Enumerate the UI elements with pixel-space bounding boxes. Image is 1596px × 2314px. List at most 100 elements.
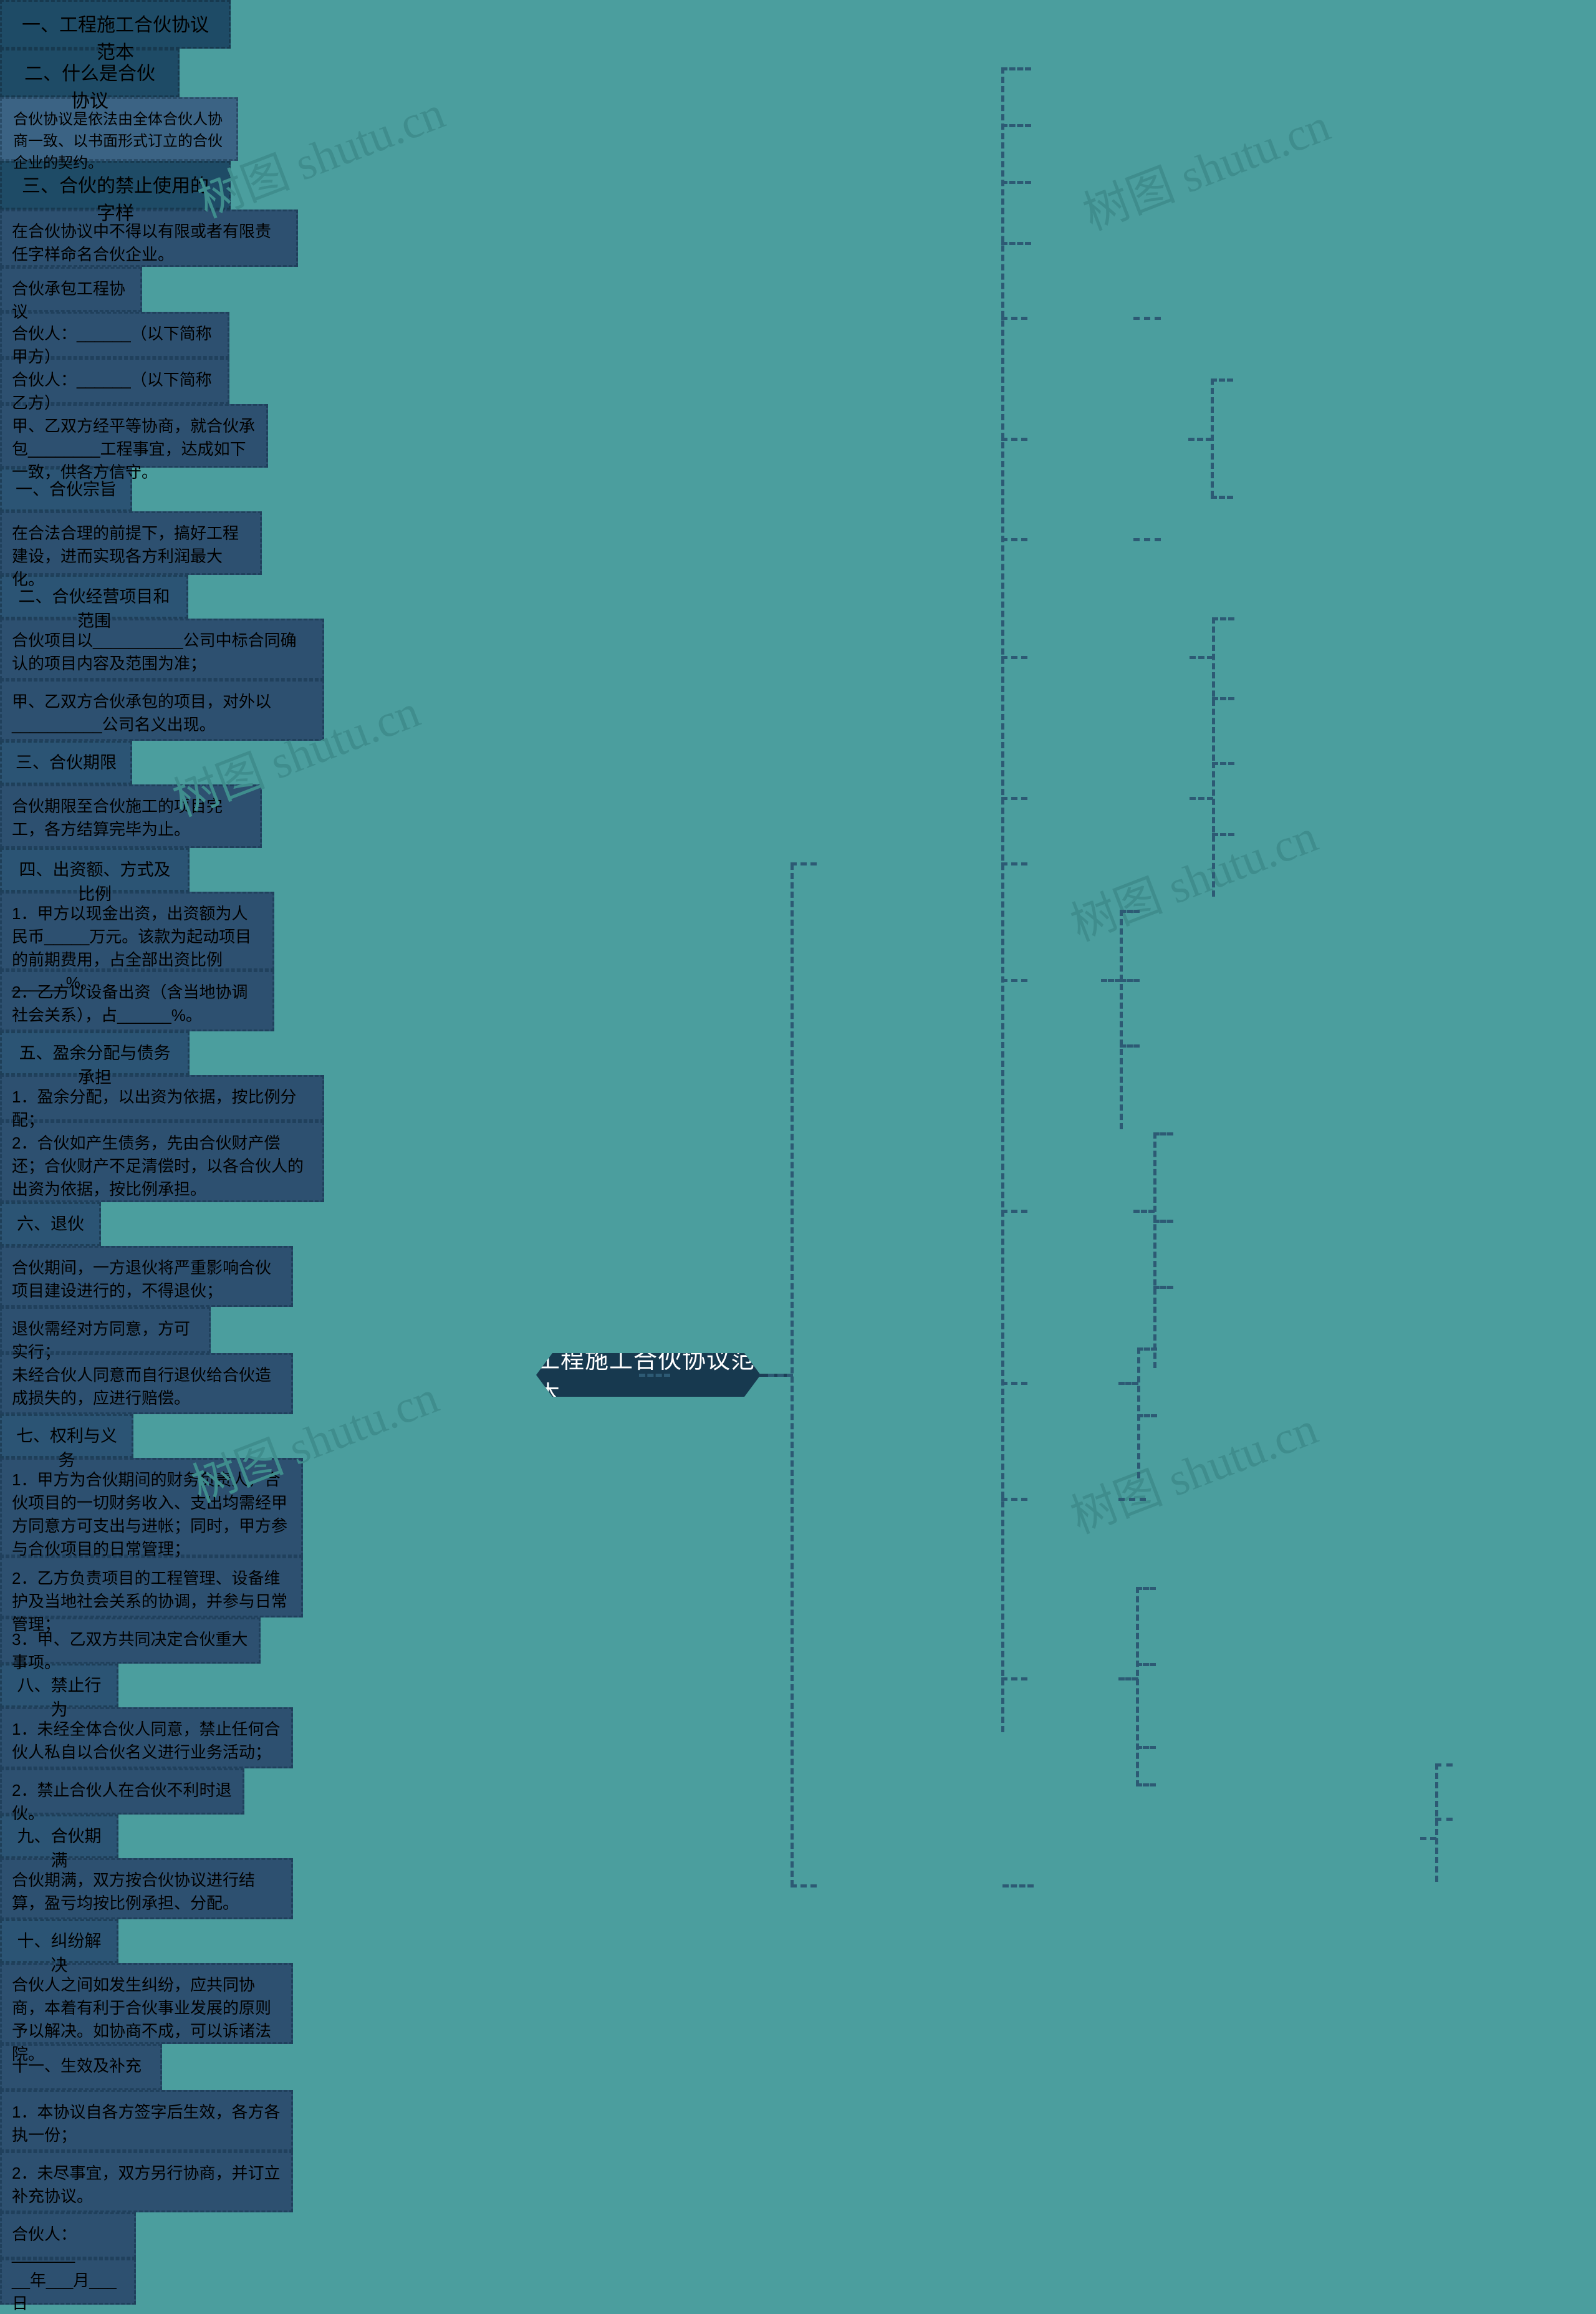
connector-branch1 <box>791 862 817 865</box>
section-9-item-3[interactable]: 2．未尽事宜，双方另行协商，并订立补充协议。 <box>0 2151 293 2212</box>
connector-branch3 <box>791 1884 817 1887</box>
connector-sec-7-spine-b <box>1137 1347 1140 1478</box>
party-a-node[interactable]: 合伙人：______（以下简称甲方） <box>0 312 229 366</box>
forbidden-node[interactable]: 在合伙协议中不得以有限或者有限责任字样命名合伙企业。 <box>0 210 298 267</box>
connector-sec-8-item-0 <box>1118 1498 1146 1501</box>
connector-sec-7 <box>1001 1382 1027 1385</box>
section-7-item-0[interactable]: 1．未经全体合伙人同意，禁止任何合伙人私自以合伙名义进行业务活动； <box>0 1707 293 1768</box>
connector-sec-4-spine <box>1212 762 1215 897</box>
section-4-item-1[interactable]: 2．合伙如产生债务，先由合伙财产偿还；合伙财产不足清偿时，以各合伙人的出资为依据… <box>0 1121 324 1202</box>
connector-sec-6-spine <box>1153 1132 1156 1368</box>
signature-date-text: __年___月___日 <box>12 2271 117 2313</box>
forbidden-text: 在合伙协议中不得以有限或者有限责任字样命名合伙企业。 <box>12 222 272 264</box>
section-2-item-0-text: 合伙期限至合伙施工的项目完工，各方结算完毕为止。 <box>12 797 223 839</box>
connector-sec-7-item-0 <box>1137 1347 1157 1351</box>
section-5-item-2-text: 未经合伙人同意而自行退伙给合伙造成损失的，应进行赔偿。 <box>12 1366 272 1407</box>
connector-sec-9-item-1 <box>1136 1663 1156 1666</box>
connector-sec-9-spine <box>1136 1587 1139 1786</box>
branch-2[interactable]: 二、什么是合伙协议 <box>0 49 180 112</box>
section-label-6[interactable]: 七、权利与义务 <box>0 1414 133 1470</box>
section-5-item-2[interactable]: 未经合伙人同意而自行退伙给合伙造成损失的，应进行赔偿。 <box>0 1353 293 1414</box>
section-label-3[interactable]: 四、出资额、方式及比例 <box>0 848 190 904</box>
connector-sec-0-item-0 <box>1133 317 1161 320</box>
section-label-2[interactable]: 三、合伙期限 <box>0 741 132 784</box>
section-6-item-0[interactable]: 1．甲方为合伙期间的财务负责人，合伙项目的一切财务收入、支出均需经甲方同意方可支… <box>0 1458 303 1558</box>
branch-1[interactable]: 一、工程施工合伙协议范本 <box>0 0 231 63</box>
connector-sec-3-item-1 <box>1212 697 1234 700</box>
section-7-item-0-text: 1．未经全体合伙人同意，禁止任何合伙人私自以合伙名义进行业务活动； <box>12 1720 281 1762</box>
section-6-item-1[interactable]: 2．乙方负责项目的工程管理、设备维护及当地社会关系的协调，并参与日常管理； <box>0 1556 303 1634</box>
intro-node[interactable]: 甲、乙双方经平等协商，就合伙承包________工程事宜，达成如下一致，供各方信… <box>0 404 268 481</box>
connector-sec-5-stub <box>1101 979 1121 982</box>
section-9-item-2-text: 1．本协议自各方签字后生效，各方各执一份； <box>12 2103 281 2144</box>
connector-sec-5 <box>1001 979 1027 982</box>
section-7-item-1[interactable]: 2．禁止合伙人在合伙不利时退伙。 <box>0 1768 244 1823</box>
connector-sec-9 <box>1001 1677 1027 1680</box>
section-label-4[interactable]: 五、盈余分配与债务承担 <box>0 1031 190 1087</box>
connector-sec-4-stub <box>1190 797 1213 800</box>
section-1-item-1[interactable]: 甲、乙双方合伙承包的项目，对外以__________公司名义出现。 <box>0 680 324 741</box>
section-9-item-3-text: 2．未尽事宜，双方另行协商，并订立补充协议。 <box>12 2164 281 2206</box>
connector-sec-8 <box>1001 1498 1027 1501</box>
watermark: 树图 shutu.cn <box>1064 1402 1325 1544</box>
connector-intro <box>1001 242 1031 245</box>
connector-sec-4-item-1 <box>1212 833 1234 836</box>
connector-definition <box>639 1374 670 1377</box>
connector-sec-4-item-0 <box>1212 762 1234 765</box>
section-0-item-0[interactable]: 在合法合理的前提下，搞好工程建设，进而实现各方利润最大化。 <box>0 511 262 589</box>
watermark: 树图 shutu.cn <box>1064 810 1325 952</box>
connector-sec-6-stub <box>1133 1210 1155 1213</box>
connector-signature-spine <box>1435 1763 1438 1882</box>
section-9-item-2[interactable]: 1．本协议自各方签字后生效，各方各执一份； <box>0 2090 293 2151</box>
connector-sec-3-stub <box>1190 656 1213 659</box>
section-5-item-0-text: 合伙期间，一方退伙将严重影响合伙项目建设进行的，不得退伙； <box>12 1258 272 1300</box>
section-5-item-0[interactable]: 合伙期间，一方退伙将严重影响合伙项目建设进行的，不得退伙； <box>0 1246 293 1307</box>
connector-sec-9-item-3 <box>1136 1783 1156 1786</box>
section-label-5[interactable]: 六、退伙 <box>0 1202 101 1246</box>
connector-signature-date <box>1435 1818 1453 1821</box>
section-5-label: 六、退伙 <box>17 1215 84 1233</box>
connector-sec-7-stub <box>1118 1382 1138 1385</box>
section-0-label: 一、合伙宗旨 <box>16 480 117 499</box>
section-label-9[interactable]: 十、纠纷解决 <box>0 1919 118 1975</box>
intro-text: 甲、乙双方经平等协商，就合伙承包________工程事宜，达成如下一致，供各方信… <box>12 417 256 481</box>
connector-branch2 <box>768 1374 793 1377</box>
connector-sec-3-spine <box>1212 617 1215 761</box>
connector-signature-partner <box>1435 1763 1453 1767</box>
section-1-item-0-text: 合伙项目以__________公司中标合同确认的项目内容及范围为准； <box>12 631 297 673</box>
section-1-item-0[interactable]: 合伙项目以__________公司中标合同确认的项目内容及范围为准； <box>0 619 324 680</box>
watermark: 树图 shutu.cn <box>1077 99 1337 241</box>
signature-partner-node[interactable]: 合伙人：_______ <box>0 2212 136 2263</box>
connector-party-b <box>1001 181 1031 184</box>
connector-sec-5-item-0 <box>1120 910 1140 913</box>
connector-sec-9-item-0 <box>1136 1587 1156 1590</box>
section-3-item-0[interactable]: 1．甲方以现金出资，出资额为人民币_____万元。该款为起动项目的前期费用，占全… <box>0 892 274 992</box>
connector-sec-1-stub <box>1188 438 1212 441</box>
section-3-item-1-text: 2．乙方以设备出资（含当地协调社会关系），占______%。 <box>12 983 248 1024</box>
section-3-item-1[interactable]: 2．乙方以设备出资（含当地协调社会关系），占______%。 <box>0 970 274 1031</box>
connector-forbidden <box>1002 1884 1034 1887</box>
connector-sec-3 <box>1001 656 1027 659</box>
connector-sec-1-item-1 <box>1211 496 1233 499</box>
section-9-item-1-text: 十一、生效及补充 <box>12 2056 142 2075</box>
preamble-title-node[interactable]: 合伙承包工程协议 <box>0 267 142 321</box>
connector-sec-2 <box>1001 538 1027 541</box>
signature-partner-text: 合伙人：_______ <box>12 2225 77 2263</box>
connector-preamble-title <box>1001 67 1031 70</box>
section-4-item-1-text: 2．合伙如产生债务，先由合伙财产偿还；合伙财产不足清偿时，以各合伙人的出资为依据… <box>12 1134 304 1198</box>
section-2-item-0[interactable]: 合伙期限至合伙施工的项目完工，各方结算完毕为止。 <box>0 784 262 848</box>
section-4-item-0[interactable]: 1．盈余分配，以出资为依据，按比例分配； <box>0 1075 324 1129</box>
connector-sec-1 <box>1001 438 1027 441</box>
section-5-item-1[interactable]: 退伙需经对方同意，方可实行； <box>0 1307 211 1361</box>
signature-date-node[interactable]: __年___月___日 <box>0 2259 136 2313</box>
section-6-item-0-text: 1．甲方为合伙期间的财务负责人，合伙项目的一切财务收入、支出均需经甲方同意方可支… <box>12 1470 288 1558</box>
section-8-item-0[interactable]: 合伙期满，双方按合伙协议进行结算，盈亏均按比例承担、分配。 <box>0 1858 293 1919</box>
connector-party-a <box>1001 124 1031 127</box>
connector-sec-6 <box>1001 1210 1027 1213</box>
connector-sec-2-item-0 <box>1133 538 1161 541</box>
definition-node[interactable]: 合伙协议是依法由全体合伙人协商一致、以书面形式订立的合伙企业的契约。 <box>0 97 238 171</box>
connector-branch1-out <box>1001 862 1027 865</box>
section-8-item-0-text: 合伙期满，双方按合伙协议进行结算，盈亏均按比例承担、分配。 <box>12 1871 256 1912</box>
section-9-item-0[interactable]: 合伙人之间如发生纠纷，应共同协商，本着有利于合伙事业发展的原则予以解决。如协商不… <box>0 1963 293 2063</box>
connector-sec-6-item-1 <box>1153 1220 1173 1223</box>
